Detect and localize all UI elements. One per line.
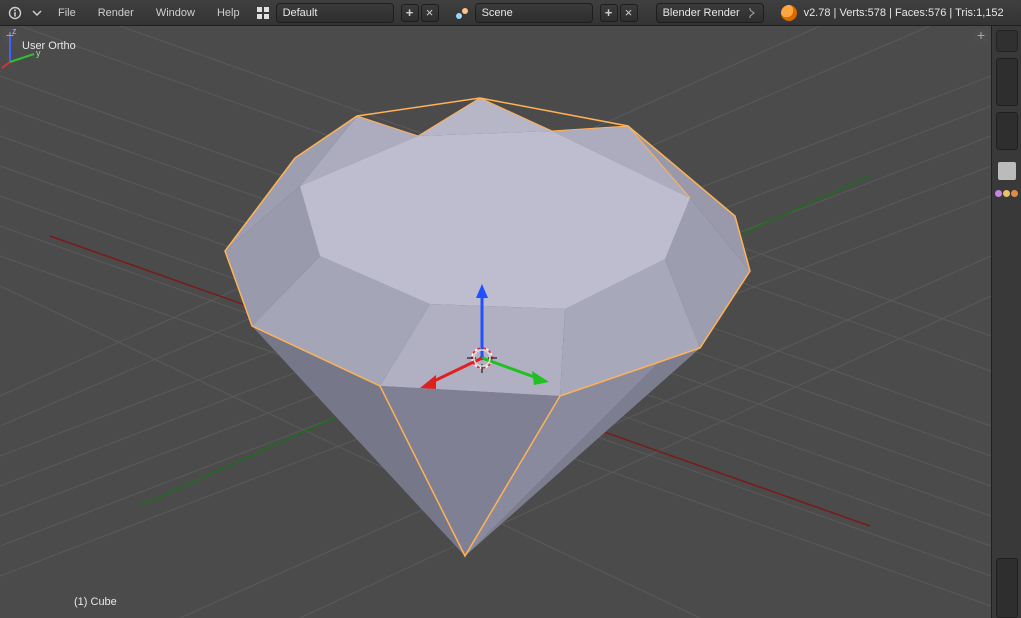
sidebar-slot-1[interactable]	[996, 58, 1018, 106]
layout-grid-icon[interactable]	[252, 3, 274, 23]
scene-remove-button[interactable]: ×	[620, 4, 638, 22]
right-sidebar	[991, 26, 1021, 618]
info-icon[interactable]	[4, 3, 26, 23]
sidebar-slot-bottom[interactable]	[996, 558, 1018, 618]
blender-logo-icon	[781, 5, 797, 21]
faces-value: 576	[928, 7, 946, 19]
svg-text:z: z	[12, 26, 17, 36]
layout-add-button[interactable]: +	[401, 4, 419, 22]
engine-dropdown[interactable]: Blender Render	[656, 3, 764, 23]
svg-text:y: y	[36, 48, 41, 58]
header-stats: v2.78 | Verts:578 | Faces:576 | Tris:1,1…	[802, 7, 1004, 19]
version-label: v2.78	[804, 7, 831, 19]
top-header: File Render Window Help Default + × Scen…	[0, 0, 1021, 26]
menu-window[interactable]: Window	[146, 3, 205, 23]
3d-viewport[interactable]: + + User Ortho (1) Cube z y x	[0, 26, 991, 618]
svg-text:x: x	[0, 64, 1, 72]
sidebar-slot-2[interactable]	[996, 112, 1018, 150]
verts-value: 578	[868, 7, 886, 19]
scene-dropdown-label: Scene	[482, 7, 513, 19]
sidebar-icons[interactable]	[995, 190, 1018, 197]
tris-value: 1,152	[976, 7, 1004, 19]
mesh-object[interactable]	[225, 98, 750, 556]
scene-icon[interactable]	[451, 3, 473, 23]
menu-help[interactable]: Help	[207, 3, 250, 23]
mini-axis-icon: z y x	[0, 26, 46, 72]
chevron-down-icon[interactable]	[28, 3, 46, 23]
viewport-canvas	[0, 26, 991, 618]
active-object-label: (1) Cube	[74, 596, 117, 608]
faces-label: Faces:	[895, 7, 928, 19]
engine-dropdown-label: Blender Render	[663, 7, 740, 19]
main-area: + + User Ortho (1) Cube z y x	[0, 26, 1021, 618]
verts-label: Verts:	[839, 7, 867, 19]
menu-file[interactable]: File	[48, 3, 86, 23]
layout-remove-button[interactable]: ×	[421, 4, 439, 22]
menu-render[interactable]: Render	[88, 3, 144, 23]
sidebar-tab-icon[interactable]	[996, 30, 1018, 52]
layout-dropdown-label: Default	[283, 7, 318, 19]
scene-add-button[interactable]: +	[600, 4, 618, 22]
layout-dropdown[interactable]: Default	[276, 3, 394, 23]
region-expand-top-right[interactable]: +	[974, 29, 988, 43]
save-icon[interactable]	[998, 162, 1016, 180]
scene-dropdown[interactable]: Scene	[475, 3, 593, 23]
tris-label: Tris:	[955, 7, 976, 19]
